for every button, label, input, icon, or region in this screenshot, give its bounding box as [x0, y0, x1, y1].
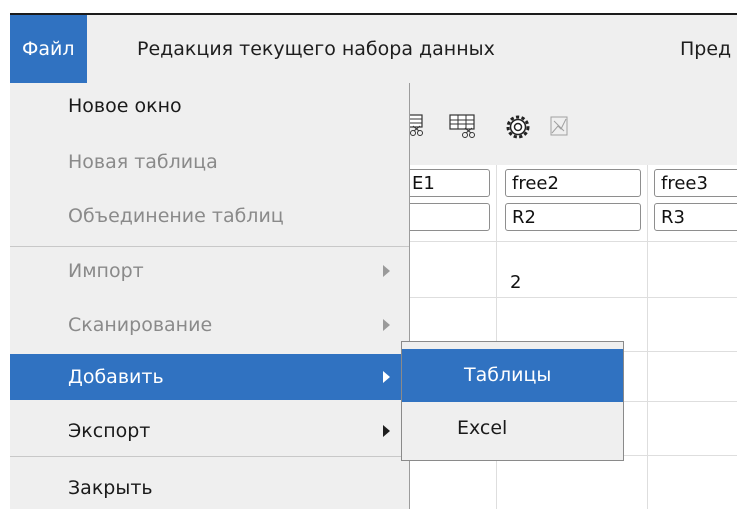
menu-item-new-window[interactable]: Новое окно [10, 83, 409, 129]
menu-separator [10, 456, 409, 457]
menu-item-label: Новое окно [68, 95, 182, 117]
menu-item-scan[interactable]: Сканирование [10, 302, 409, 348]
submenu-item-tables[interactable]: Таблицы [402, 349, 623, 402]
menu-item-export[interactable]: Экспорт [10, 408, 409, 454]
add-submenu: Таблицы Excel [401, 341, 624, 461]
file-menu-dropdown: Новое окно Новая таблица Объединение таб… [10, 83, 410, 509]
submenu-arrow-icon [383, 425, 390, 437]
screen-border-left [0, 0, 10, 509]
column-header-unit[interactable]: R3 [654, 203, 737, 231]
column-divider [647, 165, 648, 509]
menu-item-label: Экспорт [68, 420, 151, 442]
table-cell[interactable]: 2 [510, 272, 521, 293]
menu-item-label: Объединение таблиц [68, 205, 284, 227]
gear-icon[interactable] [503, 113, 533, 141]
menu-edit-dataset[interactable]: Редакция текущего набора данных [137, 15, 495, 83]
screen-border-top [0, 0, 737, 10]
column-header-unit[interactable]: R2 [505, 203, 641, 231]
column-header-name[interactable]: E1 [405, 169, 490, 197]
table-cut-icon[interactable] [407, 113, 427, 139]
menu-item-close[interactable]: Закрыть [10, 465, 409, 511]
menu-pred[interactable]: Пред [680, 15, 731, 83]
menu-file[interactable]: Файл [10, 15, 87, 83]
menu-item-import[interactable]: Импорт [10, 248, 409, 294]
menu-item-label: Импорт [68, 260, 144, 282]
column-header-name[interactable]: free2 [505, 169, 641, 197]
table-cut-icon[interactable] [449, 113, 479, 139]
submenu-arrow-icon [383, 319, 390, 331]
menu-item-label: Закрыть [68, 477, 153, 499]
menu-item-add[interactable]: Добавить [10, 354, 409, 400]
menu-item-merge-tables[interactable]: Объединение таблиц [10, 193, 409, 239]
submenu-item-label: Таблицы [464, 364, 552, 386]
chart-icon[interactable] [549, 113, 571, 139]
row-divider [409, 297, 737, 298]
column-header-unit[interactable] [405, 203, 490, 231]
column-header-name[interactable]: free3 [654, 169, 737, 197]
menu-item-label: Добавить [68, 366, 164, 388]
submenu-item-label: Excel [457, 417, 508, 439]
submenu-arrow-icon [383, 371, 390, 383]
menu-item-label: Сканирование [68, 314, 213, 336]
menu-item-new-table[interactable]: Новая таблица [10, 139, 409, 185]
submenu-item-excel[interactable]: Excel [402, 402, 623, 455]
submenu-arrow-icon [383, 265, 390, 277]
toolbar [407, 83, 737, 165]
menu-separator [10, 246, 409, 247]
menu-item-label: Новая таблица [68, 151, 218, 173]
menubar: Файл Редакция текущего набора данных Пре… [10, 13, 737, 85]
row-divider [409, 241, 737, 242]
